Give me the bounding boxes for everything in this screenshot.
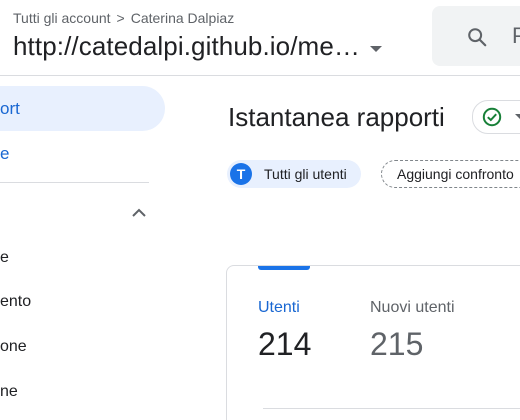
segment-label[interactable]: Tutti gli utenti bbox=[264, 166, 347, 182]
metric-value-new-users: 215 bbox=[370, 326, 424, 362]
breadcrumb-account-scope[interactable]: Tutti gli account bbox=[13, 10, 111, 26]
sidebar-item-reports-snapshot[interactable] bbox=[0, 86, 165, 131]
metric-value-users: 214 bbox=[258, 326, 312, 362]
sidebar-item-label[interactable]: ort bbox=[0, 99, 20, 119]
selected-metric-indicator bbox=[258, 266, 310, 270]
metric-tab-users[interactable]: Utenti bbox=[258, 299, 300, 317]
segment-chip-all-users[interactable]: T Tutti gli utenti bbox=[227, 160, 361, 188]
property-selector[interactable]: http://catedalpi.github.io/me… bbox=[13, 31, 382, 62]
breadcrumb-account-name[interactable]: Caterina Dalpiaz bbox=[131, 10, 235, 26]
search-input[interactable]: P bbox=[512, 23, 520, 49]
status-badge[interactable] bbox=[472, 100, 520, 134]
chevron-down-icon[interactable] bbox=[369, 45, 382, 52]
analytics-app: Tutti gli account > Caterina Dalpiaz http:… bbox=[0, 0, 520, 420]
sidebar-divider bbox=[0, 182, 149, 183]
breadcrumb[interactable]: Tutti gli account > Caterina Dalpiaz bbox=[13, 10, 234, 26]
add-comparison-label[interactable]: Aggiungi confronto bbox=[397, 166, 514, 182]
top-header: Tutti gli account > Caterina Dalpiaz http:… bbox=[0, 0, 520, 76]
page-title: Istantanea rapporti bbox=[228, 102, 445, 132]
add-comparison-button[interactable]: Aggiungi confronto bbox=[381, 160, 520, 188]
breadcrumb-separator-icon: > bbox=[116, 10, 125, 26]
metrics-card: Utenti 214 Nuovi utenti 215 bbox=[226, 265, 520, 420]
card-divider bbox=[263, 408, 520, 409]
sidebar-nav: ort e e ento one ne bbox=[0, 76, 180, 420]
chevron-up-icon[interactable] bbox=[130, 204, 148, 222]
sidebar-subitem[interactable]: ento bbox=[0, 293, 31, 311]
sidebar-subitem[interactable]: ne bbox=[0, 383, 18, 401]
property-name[interactable]: http://catedalpi.github.io/me… bbox=[13, 31, 360, 62]
chevron-down-icon[interactable] bbox=[515, 114, 520, 119]
sidebar-subitem[interactable]: e bbox=[0, 249, 9, 267]
check-circle-icon bbox=[482, 107, 502, 127]
metric-tab-new-users[interactable]: Nuovi utenti bbox=[370, 299, 455, 317]
sidebar-item-label[interactable]: e bbox=[0, 144, 9, 164]
segment-avatar: T bbox=[230, 163, 252, 185]
search-bar[interactable]: P bbox=[432, 6, 520, 66]
sidebar-subitem[interactable]: one bbox=[0, 338, 27, 356]
search-icon[interactable] bbox=[466, 26, 488, 48]
